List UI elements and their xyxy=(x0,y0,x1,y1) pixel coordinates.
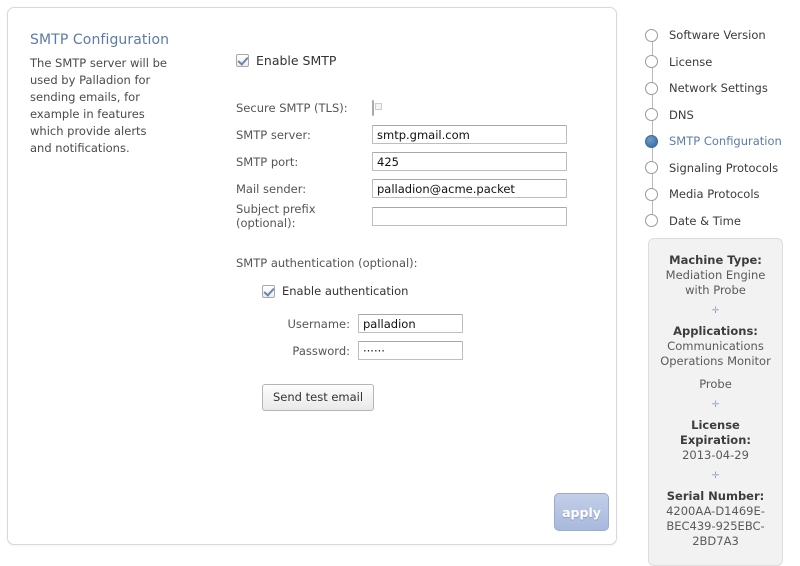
page-title: SMTP Configuration xyxy=(30,32,170,48)
intro-description: The SMTP server will be used by Palladio… xyxy=(30,56,167,155)
nav-label: Network Settings xyxy=(669,81,768,96)
smtp-fields-table: Secure SMTP (TLS): SMTP server: SMTP por… xyxy=(236,94,567,230)
username-label: Username: xyxy=(287,316,351,331)
nav-label: Date & Time xyxy=(669,213,741,228)
license-expiration-value: 2013-04-29 xyxy=(682,448,749,462)
field-row-secure-tls: Secure SMTP (TLS): xyxy=(236,94,567,121)
mail-sender-input[interactable] xyxy=(372,179,567,198)
field-row-password: Password: xyxy=(258,337,463,364)
license-expiration-title: License Expiration: xyxy=(679,418,751,447)
password-input[interactable] xyxy=(358,341,463,360)
smtp-port-label: SMTP port: xyxy=(236,154,299,169)
smtp-configuration-panel: SMTP Configuration The SMTP server will … xyxy=(7,7,617,545)
serial-number-value: 4200AA-D1469E-BEC439-925EBC-2BD7A3 xyxy=(666,504,765,548)
field-row-smtp-port: SMTP port: xyxy=(236,148,567,175)
nav-dot-icon xyxy=(645,214,658,228)
field-row-smtp-server: SMTP server: xyxy=(236,121,567,148)
info-separator-icon: ✛ xyxy=(711,400,720,410)
nav-dot-icon xyxy=(645,55,658,69)
applications-title: Applications: xyxy=(673,324,758,338)
auth-section-heading: SMTP authentication (optional): xyxy=(236,256,418,270)
smtp-port-input[interactable] xyxy=(372,152,567,171)
applications-value-1: Communications Operations Monitor xyxy=(660,339,771,368)
nav-item-software-version[interactable]: Software Version xyxy=(645,22,795,49)
system-info-panel: Machine Type: Mediation Engine with Prob… xyxy=(648,238,783,566)
enable-smtp-row[interactable]: Enable SMTP xyxy=(236,53,596,68)
enable-smtp-checkbox[interactable] xyxy=(236,54,249,67)
nav-label: SMTP Configuration xyxy=(669,134,782,149)
nav-label: Signaling Protocols xyxy=(669,160,779,175)
smtp-server-cell xyxy=(372,121,567,148)
subject-prefix-label: Subject prefix (optional): xyxy=(236,202,316,230)
nav-item-smtp-configuration[interactable]: SMTP Configuration xyxy=(645,128,795,155)
secure-tls-checkbox[interactable] xyxy=(372,99,374,116)
info-separator-icon: ✛ xyxy=(711,471,720,481)
username-input[interactable] xyxy=(358,314,463,333)
enable-authentication-label: Enable authentication xyxy=(282,284,409,298)
password-label: Password: xyxy=(292,343,350,358)
nav-item-date-time[interactable]: Date & Time xyxy=(645,207,795,235)
enable-authentication-row[interactable]: Enable authentication xyxy=(262,284,596,298)
mail-sender-label: Mail sender: xyxy=(236,181,307,196)
nav-dot-icon xyxy=(645,187,658,201)
nav-item-dns[interactable]: DNS xyxy=(645,101,795,128)
field-row-username: Username: xyxy=(258,310,463,337)
serial-number-title: Serial Number: xyxy=(666,489,765,503)
username-cell xyxy=(358,310,463,337)
info-separator-icon: ✛ xyxy=(711,306,720,316)
configuration-step-nav: Software Version License Network Setting… xyxy=(645,22,795,234)
nav-item-network-settings[interactable]: Network Settings xyxy=(645,75,795,102)
secure-tls-label: Secure SMTP (TLS): xyxy=(236,100,348,115)
smtp-port-cell xyxy=(372,148,567,175)
subject-prefix-cell xyxy=(372,202,567,230)
mail-sender-cell xyxy=(372,175,567,202)
nav-dot-active-icon xyxy=(645,134,658,148)
smtp-server-input[interactable] xyxy=(372,125,567,144)
smtp-server-label: SMTP server: xyxy=(236,127,311,142)
nav-item-license[interactable]: License xyxy=(645,48,795,75)
nav-label: License xyxy=(669,54,713,69)
auth-fields-table: Username: Password: xyxy=(258,310,463,364)
machine-type-value: Mediation Engine with Probe xyxy=(665,268,766,297)
applications-value-2: Probe xyxy=(699,377,732,391)
nav-item-signaling-protocols[interactable]: Signaling Protocols xyxy=(645,154,795,181)
smtp-form: Enable SMTP Secure SMTP (TLS): SMTP serv… xyxy=(236,53,596,411)
apply-button[interactable]: apply xyxy=(554,493,609,531)
enable-smtp-label: Enable SMTP xyxy=(256,53,337,68)
secure-tls-cell[interactable] xyxy=(372,94,567,121)
field-row-mail-sender: Mail sender: xyxy=(236,175,567,202)
nav-dot-icon xyxy=(645,81,658,95)
nav-label: Software Version xyxy=(669,28,766,43)
subject-prefix-input[interactable] xyxy=(372,206,567,226)
password-cell xyxy=(358,337,463,364)
machine-type-title: Machine Type: xyxy=(669,253,762,267)
nav-dot-icon xyxy=(645,161,658,175)
send-test-email-button[interactable]: Send test email xyxy=(262,384,375,411)
nav-label: Media Protocols xyxy=(669,187,760,202)
nav-dot-icon xyxy=(645,108,658,122)
nav-dot-icon xyxy=(645,28,658,42)
nav-item-media-protocols[interactable]: Media Protocols xyxy=(645,181,795,208)
enable-authentication-checkbox[interactable] xyxy=(262,284,275,298)
nav-label: DNS xyxy=(669,107,694,122)
field-row-subject-prefix: Subject prefix (optional): xyxy=(236,202,567,230)
